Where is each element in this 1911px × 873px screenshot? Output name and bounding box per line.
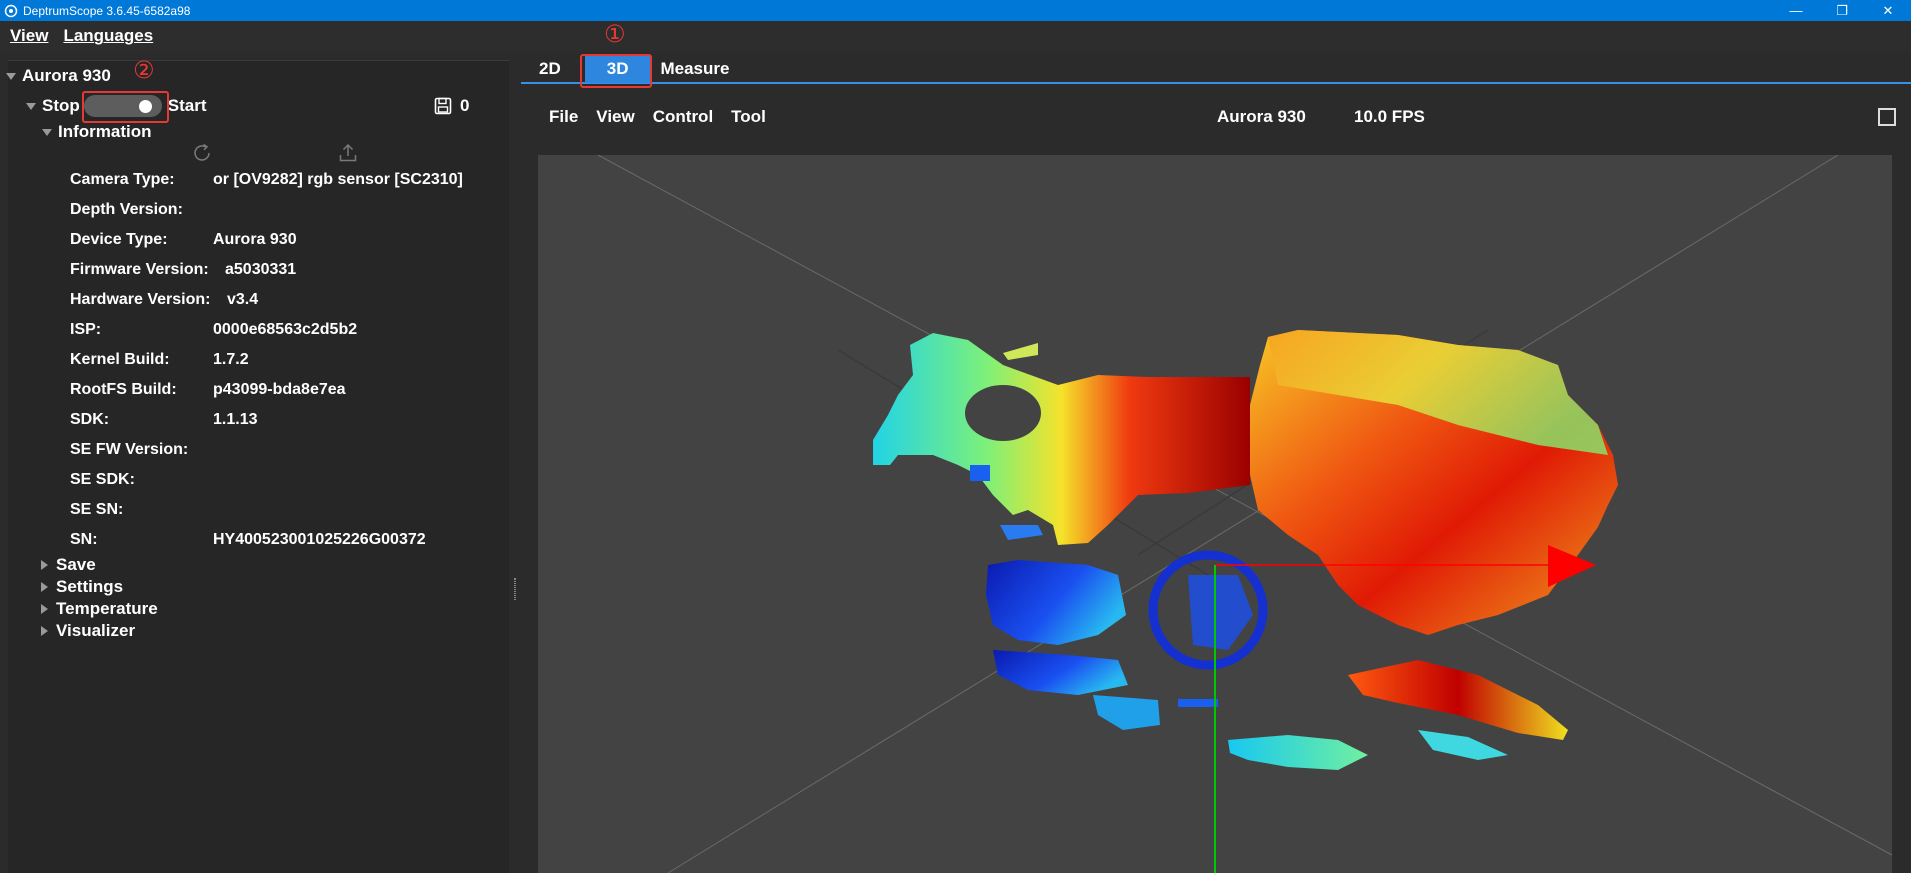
info-key: SDK:: [70, 411, 110, 428]
info-row: SN: HY400523001025226G00372: [70, 531, 426, 549]
upload-icon[interactable]: [338, 142, 358, 164]
info-row: SE FW Version:: [70, 441, 213, 459]
info-value: Aurora 930: [213, 231, 297, 248]
panel-splitter[interactable]: [509, 60, 521, 873]
point-cloud-viewport[interactable]: [538, 155, 1892, 873]
info-row: SDK: 1.1.13: [70, 411, 257, 429]
info-value: 0000e68563c2d5b2: [213, 321, 358, 338]
save-counter: 0: [434, 96, 469, 116]
viewer-menu-view[interactable]: View: [596, 107, 634, 127]
info-row: RootFS Build: p43099-bda8e7ea: [70, 381, 346, 399]
info-key: RootFS Build:: [70, 381, 177, 398]
info-value: 1.7.2: [213, 351, 249, 368]
start-label: Start: [167, 96, 207, 115]
section-label: Temperature: [56, 599, 158, 618]
info-key: Kernel Build:: [70, 351, 170, 368]
info-key: Firmware Version:: [70, 261, 209, 278]
viewer-device-name: Aurora 930: [1217, 107, 1306, 126]
section-label: Visualizer: [56, 621, 136, 640]
section-temperature[interactable]: Temperature: [41, 599, 158, 619]
info-key: SN:: [70, 531, 98, 548]
section-settings[interactable]: Settings: [41, 577, 123, 597]
stop-label: Stop: [42, 96, 80, 115]
expand-arrow-icon[interactable]: [6, 72, 16, 80]
viewer-menu-tool[interactable]: Tool: [731, 107, 766, 127]
info-value: v3.4: [227, 291, 259, 308]
menu-view[interactable]: View: [10, 26, 48, 46]
window-title: DeptrumScope 3.6.45-6582a98: [23, 3, 191, 18]
info-row: Kernel Build: 1.7.2: [70, 351, 249, 369]
info-key: Camera Type:: [70, 171, 175, 188]
expand-arrow-icon[interactable]: [26, 102, 36, 110]
info-row: Camera Type: or [OV9282] rgb sensor [SC23…: [70, 171, 463, 189]
point-cloud-canvas[interactable]: [538, 155, 1892, 873]
section-save[interactable]: Save: [41, 555, 96, 575]
menu-languages[interactable]: Languages: [63, 26, 153, 46]
info-row: ISP: 0000e68563c2d5b2: [70, 321, 357, 339]
info-key: Hardware Version:: [70, 291, 211, 308]
restore-button[interactable]: ❐: [1819, 0, 1865, 21]
tab-measure[interactable]: Measure: [656, 55, 747, 83]
maximize-icon[interactable]: [1878, 108, 1896, 126]
tab-2d[interactable]: 2D: [521, 55, 579, 83]
annotation-marker-1: ①: [604, 20, 626, 48]
info-row: Device Type: Aurora 930: [70, 231, 297, 249]
device-tree-root[interactable]: Aurora 930: [6, 66, 111, 86]
view-tab-bar: 2D 3D Measure: [521, 55, 1911, 84]
info-value: a5030331: [225, 261, 297, 278]
collapse-arrow-icon[interactable]: [41, 626, 48, 636]
annotation-marker-2: ②: [133, 56, 155, 84]
info-key: SE SDK:: [70, 471, 135, 488]
viewer-menu-control[interactable]: Control: [653, 107, 713, 127]
info-row: Depth Version:: [70, 201, 213, 219]
app-logo-icon: [4, 4, 18, 17]
minimize-button[interactable]: —: [1773, 0, 1819, 21]
fps-readout: 10.0 FPS: [1354, 107, 1425, 126]
expand-arrow-icon[interactable]: [42, 128, 52, 136]
section-label: Save: [56, 555, 96, 574]
info-row: SE SN:: [70, 501, 213, 519]
splitter-grip[interactable]: [514, 578, 516, 600]
annotation-box-1: [580, 54, 652, 88]
device-name: Aurora 930: [22, 66, 111, 85]
title-bar: DeptrumScope 3.6.45-6582a98 — ❐ ✕: [0, 0, 1911, 21]
collapse-arrow-icon[interactable]: [41, 582, 48, 592]
info-key: Device Type:: [70, 231, 168, 248]
information-section[interactable]: Information: [42, 122, 152, 142]
info-key: ISP:: [70, 321, 102, 338]
menu-bar: View Languages: [0, 21, 1911, 51]
viewer-menu-file[interactable]: File: [549, 107, 578, 127]
info-key: SE SN:: [70, 501, 124, 518]
info-row: Hardware Version: v3.4: [70, 291, 258, 309]
save-icon[interactable]: [434, 97, 452, 115]
info-value: 1.1.13: [213, 411, 258, 428]
collapse-arrow-icon[interactable]: [41, 560, 48, 570]
section-visualizer[interactable]: Visualizer: [41, 621, 135, 641]
info-value: or [OV9282] rgb sensor [SC2310]: [213, 171, 463, 188]
info-row: Firmware Version: a5030331: [70, 261, 296, 279]
info-value: p43099-bda8e7ea: [213, 381, 346, 398]
info-key: SE FW Version:: [70, 441, 189, 458]
frame-count: 0: [460, 96, 470, 115]
refresh-icon[interactable]: [191, 142, 213, 164]
collapse-arrow-icon[interactable]: [41, 604, 48, 614]
info-key: Depth Version:: [70, 201, 183, 218]
annotation-box-2: [82, 91, 169, 123]
information-label: Information: [58, 122, 152, 141]
info-value: HY400523001025226G00372: [213, 531, 426, 548]
section-label: Settings: [56, 577, 124, 596]
close-button[interactable]: ✕: [1865, 0, 1911, 21]
info-row: SE SDK:: [70, 471, 213, 489]
